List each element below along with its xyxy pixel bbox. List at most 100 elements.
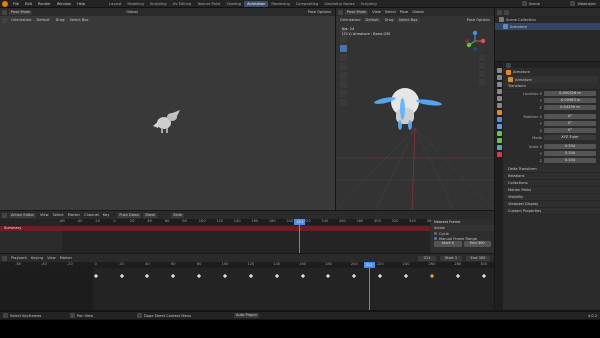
annotate-tool-icon[interactable] bbox=[340, 90, 347, 97]
right-transform-dropdown[interactable]: Global bbox=[410, 10, 425, 14]
rotate-tool-icon[interactable] bbox=[340, 63, 347, 70]
summary-row[interactable]: Summary bbox=[0, 226, 430, 231]
navigation-gizmo[interactable] bbox=[464, 30, 486, 52]
keyframe-marker[interactable] bbox=[171, 273, 176, 279]
action-editor-menu-channel[interactable]: Channel bbox=[82, 213, 101, 217]
action-editor-timeline[interactable]: -60 -40 -20 0 20 40 60 80 100 120 140 160 180 200 220 2… bbox=[0, 219, 433, 253]
keyframe-marker[interactable] bbox=[455, 273, 460, 279]
push-down-button[interactable]: Push Down bbox=[117, 212, 142, 218]
left-orientation-dropdown[interactable]: Default bbox=[34, 17, 52, 23]
action-editor-menu-marker[interactable]: Marker bbox=[66, 213, 82, 217]
camera-view-icon[interactable] bbox=[479, 71, 485, 77]
right-pose-options[interactable]: Pose Options bbox=[465, 18, 492, 22]
tool-icon[interactable] bbox=[2, 17, 7, 23]
object-datablock-field[interactable]: Armature bbox=[506, 76, 598, 83]
cycle-checkbox[interactable] bbox=[434, 232, 437, 235]
measure-tool-icon[interactable] bbox=[340, 99, 347, 106]
outliner-editor-icon[interactable] bbox=[497, 9, 502, 15]
left-drag-dropdown[interactable]: Select Box bbox=[67, 17, 91, 23]
status-mode[interactable]: Auto Proper bbox=[234, 313, 260, 318]
bone-right-wing[interactable] bbox=[415, 98, 443, 107]
workspace-tab-shading[interactable]: Shading bbox=[223, 1, 244, 7]
tweak-tool-icon[interactable] bbox=[340, 36, 347, 43]
bone-tab-icon[interactable] bbox=[496, 145, 502, 150]
menu-render[interactable]: Render bbox=[35, 2, 54, 6]
workspace-tab-compositing[interactable]: Compositing bbox=[293, 1, 322, 7]
workspace-tab-scripting[interactable]: Scripting bbox=[358, 1, 380, 7]
left-mode-dropdown[interactable]: Pose Mode bbox=[9, 9, 33, 15]
rotation-z-field[interactable]: 0° bbox=[544, 127, 596, 134]
menu-file[interactable]: File bbox=[10, 2, 22, 6]
keyframe-marker[interactable] bbox=[378, 273, 383, 279]
workspace-tab-animation[interactable]: Animation bbox=[244, 0, 269, 7]
transform-tool-icon[interactable] bbox=[340, 81, 347, 88]
panel-relations[interactable]: Relations bbox=[504, 173, 600, 180]
keying-menu[interactable]: Keying bbox=[29, 256, 45, 260]
action-end-field[interactable]: End 300 bbox=[463, 241, 491, 247]
panel-viewport-display[interactable]: Viewport Display bbox=[504, 201, 600, 208]
workspace-tab-rendering[interactable]: Rendering bbox=[268, 1, 292, 7]
rotation-x-field[interactable]: 0° bbox=[544, 113, 596, 120]
timeline-playhead[interactable]: 211 bbox=[363, 262, 375, 310]
workspace-tab-modeling[interactable]: Modeling bbox=[124, 1, 146, 7]
output-tab-icon[interactable] bbox=[496, 82, 502, 87]
left-3d-viewport[interactable]: Pose Mode Global Pose Options Orientatio… bbox=[0, 8, 335, 210]
world-tab-icon[interactable] bbox=[496, 103, 502, 108]
keyframe-marker[interactable] bbox=[197, 273, 202, 279]
blender-logo[interactable] bbox=[2, 0, 8, 7]
action-editor-dropdown[interactable]: Action Editor bbox=[9, 212, 37, 218]
bone-spine[interactable] bbox=[400, 98, 405, 120]
filter-icon[interactable] bbox=[504, 9, 509, 15]
constraint-tab-icon[interactable] bbox=[496, 131, 502, 136]
transform-panel-header[interactable]: Transform bbox=[504, 83, 600, 90]
right-viewport-menu-select[interactable]: Select bbox=[383, 10, 398, 14]
scale-x-field[interactable]: 0.334 bbox=[544, 143, 596, 150]
end-frame-field[interactable]: End 300 bbox=[466, 255, 490, 261]
workspace-tab-texture-paint[interactable]: Texture Paint bbox=[194, 1, 223, 7]
keyframe-marker[interactable] bbox=[352, 273, 357, 279]
physics-tab-icon[interactable] bbox=[496, 124, 502, 129]
modifier-tab-icon[interactable] bbox=[496, 117, 502, 122]
keyframe-marker[interactable] bbox=[248, 273, 253, 279]
right-viewport-menu-pose[interactable]: Pose bbox=[398, 10, 410, 14]
zoom-icon[interactable] bbox=[479, 55, 485, 61]
current-frame-field[interactable]: 211 bbox=[418, 255, 436, 261]
workspace-tab-sculpting[interactable]: Sculpting bbox=[147, 1, 170, 7]
keyframe-marker[interactable] bbox=[93, 273, 98, 279]
workspace-tab-layout[interactable]: Layout bbox=[106, 1, 124, 7]
bone-leg-right[interactable] bbox=[408, 120, 412, 130]
keyframe-marker[interactable] bbox=[222, 273, 228, 279]
dopesheet-editor-icon[interactable] bbox=[2, 212, 7, 218]
scale-tool-icon[interactable] bbox=[340, 72, 347, 79]
action-editor-playhead[interactable]: 211 bbox=[294, 219, 306, 253]
location-z-field[interactable]: 0.54259 m bbox=[544, 104, 596, 111]
outliner-scene-collection[interactable]: Scene Collection bbox=[495, 16, 600, 23]
right-viewport-menu-view[interactable]: View bbox=[370, 10, 383, 14]
location-y-field[interactable]: -0.00983 m bbox=[544, 97, 596, 104]
keyframe-marker[interactable] bbox=[145, 273, 150, 279]
location-x-field[interactable]: 0.000326 m bbox=[544, 90, 596, 97]
start-frame-field[interactable]: Start 1 bbox=[440, 255, 462, 261]
right-mode-dropdown[interactable]: Pose Mode bbox=[345, 9, 369, 15]
keyframe-marker[interactable] bbox=[326, 273, 331, 279]
action-editor-menu-select[interactable]: Select bbox=[51, 213, 66, 217]
keyframe-marker[interactable] bbox=[481, 273, 486, 279]
action-editor-ruler[interactable]: -60 -40 -20 0 20 40 60 80 100 120 140 160 180 200 220 2… bbox=[59, 219, 433, 225]
panel-motion-paths[interactable]: Motion Paths bbox=[504, 187, 600, 194]
action-editor-menu-key[interactable]: Key bbox=[101, 213, 112, 217]
panel-delta-transform[interactable]: Delta Transform bbox=[504, 166, 600, 173]
tool-tab-icon[interactable] bbox=[496, 68, 502, 73]
right-orientation-dropdown[interactable]: Default bbox=[363, 17, 381, 23]
texture-tab-icon[interactable] bbox=[496, 152, 502, 157]
keyframe-marker[interactable] bbox=[429, 273, 435, 279]
rotation-mode-dropdown[interactable]: XYZ Euler bbox=[544, 134, 596, 141]
bone-leg-left[interactable] bbox=[398, 120, 402, 130]
action-editor-menu-view[interactable]: View bbox=[38, 213, 51, 217]
right-3d-viewport[interactable]: Pose Mode View Select Pose Global Orientat… bbox=[336, 8, 494, 210]
editor-type-icon[interactable] bbox=[2, 9, 7, 15]
workspace-tab-uv-editing[interactable]: UV Editing bbox=[170, 1, 195, 7]
view-layer-tab-icon[interactable] bbox=[496, 89, 502, 94]
keyframe-marker[interactable] bbox=[403, 273, 409, 279]
timeline-menu-view[interactable]: View bbox=[45, 256, 58, 260]
editor-type-icon[interactable] bbox=[338, 9, 343, 15]
